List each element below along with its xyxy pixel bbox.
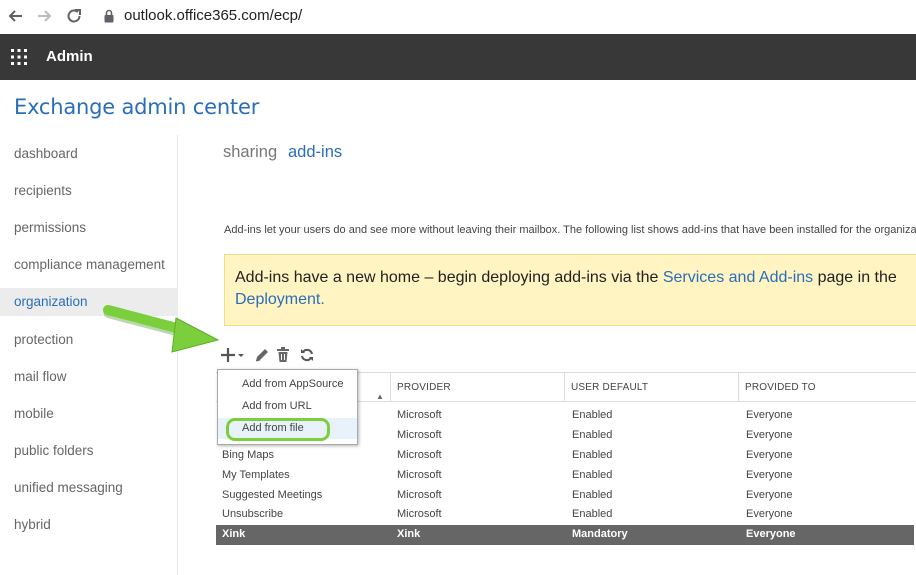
refresh-icon[interactable] (299, 346, 315, 364)
nav-item-permissions[interactable]: permissions (0, 214, 178, 242)
cell-provided-to: Everyone (746, 508, 793, 520)
cell-provided-to: Everyone (746, 429, 793, 441)
banner-text-end: page in the (813, 269, 897, 286)
table-row[interactable]: Bing Maps Microsoft Enabled Everyone (216, 446, 914, 466)
nav-item-mail-flow[interactable]: mail flow (0, 363, 178, 391)
nav-item-dashboard[interactable]: dashboard (0, 140, 178, 168)
menu-item-add-from-appsource[interactable]: Add from AppSource (218, 374, 357, 395)
tab-sharing[interactable]: sharing (223, 143, 277, 162)
info-banner: Add-ins have a new home – begin deployin… (224, 254, 916, 326)
cell-provider: Microsoft (397, 429, 442, 441)
banner-text: Add-ins have a new home – begin deployin… (235, 269, 663, 286)
cell-provided-to: Everyone (746, 469, 793, 481)
cell-user-default: Enabled (572, 409, 613, 421)
nav-item-compliance-management[interactable]: compliance management (0, 251, 178, 279)
reload-icon[interactable] (64, 6, 84, 26)
lock-icon[interactable] (104, 9, 114, 23)
nav-item-mobile[interactable]: mobile (0, 400, 178, 428)
cell-provider: Microsoft (397, 449, 442, 461)
cell-name: Suggested Meetings (222, 489, 323, 501)
nav-item-unified-messaging[interactable]: unified messaging (0, 474, 178, 502)
nav-item-recipients[interactable]: recipients (0, 177, 178, 205)
cell-name: Unsubscribe (222, 508, 284, 520)
address-bar[interactable]: outlook.office365.com/ecp/ (124, 7, 302, 24)
left-navigation: dashboard recipients permissions complia… (0, 135, 178, 575)
nav-item-protection[interactable]: protection (0, 326, 178, 354)
cell-user-default: Enabled (572, 489, 613, 501)
cell-provided-to: Everyone (746, 528, 796, 540)
add-icon[interactable] (220, 346, 236, 364)
cell-name: Xink (222, 528, 246, 540)
tab-add-ins[interactable]: add-ins (288, 143, 342, 162)
column-header-provided-to[interactable]: PROVIDED TO (738, 373, 916, 402)
admin-topbar: Admin (0, 34, 916, 80)
cell-user-default: Enabled (572, 508, 613, 520)
table-row[interactable]: Suggested Meetings Microsoft Enabled Eve… (216, 486, 914, 506)
cell-provided-to: Everyone (746, 409, 793, 421)
grid-toolbar (218, 344, 338, 366)
cell-name: My Templates (222, 469, 290, 481)
cell-user-default: Mandatory (572, 528, 628, 540)
back-arrow-icon[interactable] (6, 6, 26, 26)
table-row[interactable]: Unsubscribe Microsoft Enabled Everyone (216, 505, 914, 525)
cell-provider: Xink (397, 528, 421, 540)
app-launcher-icon[interactable] (10, 48, 28, 66)
cell-provider: Microsoft (397, 508, 442, 520)
nav-item-public-folders[interactable]: public folders (0, 437, 178, 465)
column-header-provider[interactable]: PROVIDER (390, 373, 564, 402)
cell-provided-to: Everyone (746, 489, 793, 501)
delete-icon[interactable] (276, 346, 290, 364)
menu-item-add-from-file[interactable]: Add from file (218, 418, 357, 439)
table-row-selected[interactable]: Xink Xink Mandatory Everyone (216, 525, 914, 545)
services-addins-link[interactable]: Services and Add-ins (663, 269, 813, 286)
cell-provider: Microsoft (397, 469, 442, 481)
nav-item-hybrid[interactable]: hybrid (0, 511, 178, 539)
cell-name: Bing Maps (222, 449, 274, 461)
forward-arrow-icon[interactable] (34, 6, 54, 26)
app-title[interactable]: Admin (46, 48, 93, 65)
cell-provider: Microsoft (397, 409, 442, 421)
page-title: Exchange admin center (14, 95, 260, 119)
nav-item-organization[interactable]: organization (0, 288, 178, 316)
column-header-user-default[interactable]: USER DEFAULT (564, 373, 738, 402)
table-row[interactable]: My Templates Microsoft Enabled Everyone (216, 466, 914, 486)
cell-user-default: Enabled (572, 469, 613, 481)
cell-user-default: Enabled (572, 449, 613, 461)
cell-provided-to: Everyone (746, 449, 793, 461)
edit-icon[interactable] (253, 346, 269, 364)
browser-toolbar: outlook.office365.com/ecp/ (0, 0, 916, 34)
cell-user-default: Enabled (572, 429, 613, 441)
deployment-link[interactable]: Deployment. (235, 291, 325, 308)
addins-description: Add-ins let your users do and see more w… (224, 224, 916, 236)
dropdown-caret-icon[interactable] (237, 346, 245, 364)
add-dropdown-menu: Add from AppSource Add from URL Add from… (217, 369, 358, 445)
menu-item-add-from-url[interactable]: Add from URL (218, 396, 357, 417)
cell-provider: Microsoft (397, 489, 442, 501)
